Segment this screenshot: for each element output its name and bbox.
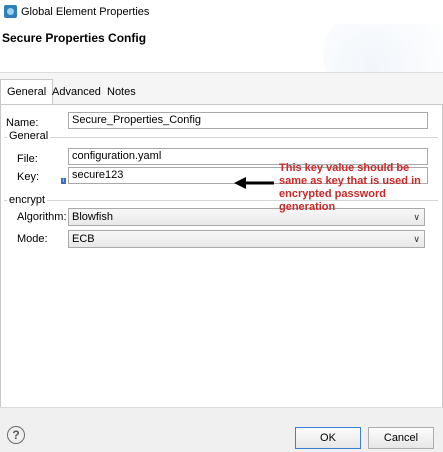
tab-bar: General Advanced Notes [0,73,443,106]
file-label: File: [17,153,38,165]
tab-general[interactable]: General [0,79,54,106]
general-group-border [4,137,438,138]
header-decoration [323,24,443,72]
encrypt-group-title: encrypt [7,194,48,206]
dialog-footer: ? OK Cancel [0,407,443,452]
name-field[interactable]: Secure_Properties_Config [68,112,428,129]
algorithm-label: Algorithm: [17,211,67,223]
annotation-note: This key value should be same as key tha… [279,162,421,213]
cancel-button[interactable]: Cancel [368,427,434,449]
mode-select[interactable]: ECB ∨ [68,230,425,248]
window-title: Global Element Properties [21,6,150,18]
window-titlebar: Global Element Properties [0,0,443,24]
algorithm-value: Blowfish [72,211,113,223]
tab-notes[interactable]: Notes [107,81,136,103]
dialog-title: Secure Properties Config [2,31,147,45]
key-label: Key: [17,171,40,183]
ok-button[interactable]: OK [295,427,361,449]
general-group-title: General [7,130,51,142]
chevron-down-icon: ∨ [413,234,420,244]
name-label: Name: [6,117,39,129]
help-icon[interactable]: ? [7,426,25,444]
dialog-header: Secure Properties Config [0,24,443,73]
tab-advanced[interactable]: Advanced [52,81,101,103]
left-arrow-icon [234,177,274,189]
mode-label: Mode: [17,233,48,245]
app-icon [4,5,17,18]
info-decorator-icon: i [61,178,66,184]
mode-value: ECB [72,233,95,245]
